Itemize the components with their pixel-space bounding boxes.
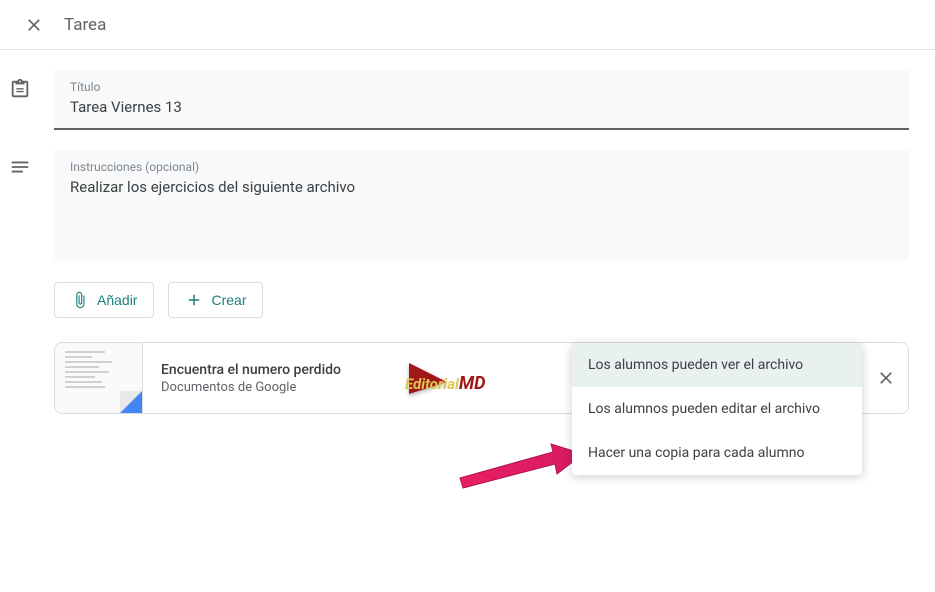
watermark: EditorialMD	[409, 363, 485, 394]
notes-icon	[9, 156, 31, 178]
instructions-field[interactable]: Instrucciones (opcional) Realizar los ej…	[54, 150, 909, 260]
permissions-dropdown: Los alumnos pueden ver el archivo Los al…	[572, 343, 862, 475]
title-label: Título	[70, 80, 893, 94]
add-button-label: Añadir	[97, 292, 137, 308]
title-field[interactable]: Título Tarea Viernes 13	[54, 70, 909, 130]
dropdown-option-edit[interactable]: Los alumnos pueden editar el archivo	[572, 387, 862, 431]
attachment-title: Encuentra el numero perdido	[161, 362, 403, 378]
title-value: Tarea Viernes 13	[70, 98, 893, 116]
instructions-label: Instrucciones (opcional)	[70, 160, 893, 174]
attachment-type: Documentos de Google	[161, 380, 403, 395]
dropdown-option-copy[interactable]: Hacer una copia para cada alumno	[572, 431, 862, 475]
assignment-icon	[9, 78, 31, 100]
create-button[interactable]: Crear	[168, 282, 263, 318]
instructions-value: Realizar los ejercicios del siguiente ar…	[70, 178, 893, 196]
add-button[interactable]: Añadir	[54, 282, 154, 318]
watermark-text-b: MD	[459, 373, 486, 394]
plus-icon	[185, 291, 203, 309]
attachment-thumbnail[interactable]	[55, 343, 143, 413]
arrow-annotation	[455, 440, 585, 490]
watermark-text-a: Editorial	[405, 375, 459, 393]
attachment-icon	[71, 291, 89, 309]
remove-attachment-button[interactable]	[876, 368, 896, 388]
create-button-label: Crear	[211, 292, 246, 308]
content: Título Tarea Viernes 13 Instrucciones (o…	[0, 50, 935, 414]
actions-row: Añadir Crear	[54, 282, 909, 318]
attachment-info[interactable]: Encuentra el numero perdido Documentos d…	[143, 362, 403, 395]
close-button[interactable]	[18, 9, 50, 41]
sidebar	[0, 70, 40, 414]
header: Tarea	[0, 0, 935, 50]
dropdown-option-view[interactable]: Los alumnos pueden ver el archivo	[572, 343, 862, 387]
attachment-card: Encuentra el numero perdido Documentos d…	[54, 342, 909, 414]
main: Título Tarea Viernes 13 Instrucciones (o…	[40, 70, 935, 414]
close-icon	[24, 15, 44, 35]
page-title: Tarea	[64, 15, 106, 35]
close-icon	[876, 368, 896, 388]
